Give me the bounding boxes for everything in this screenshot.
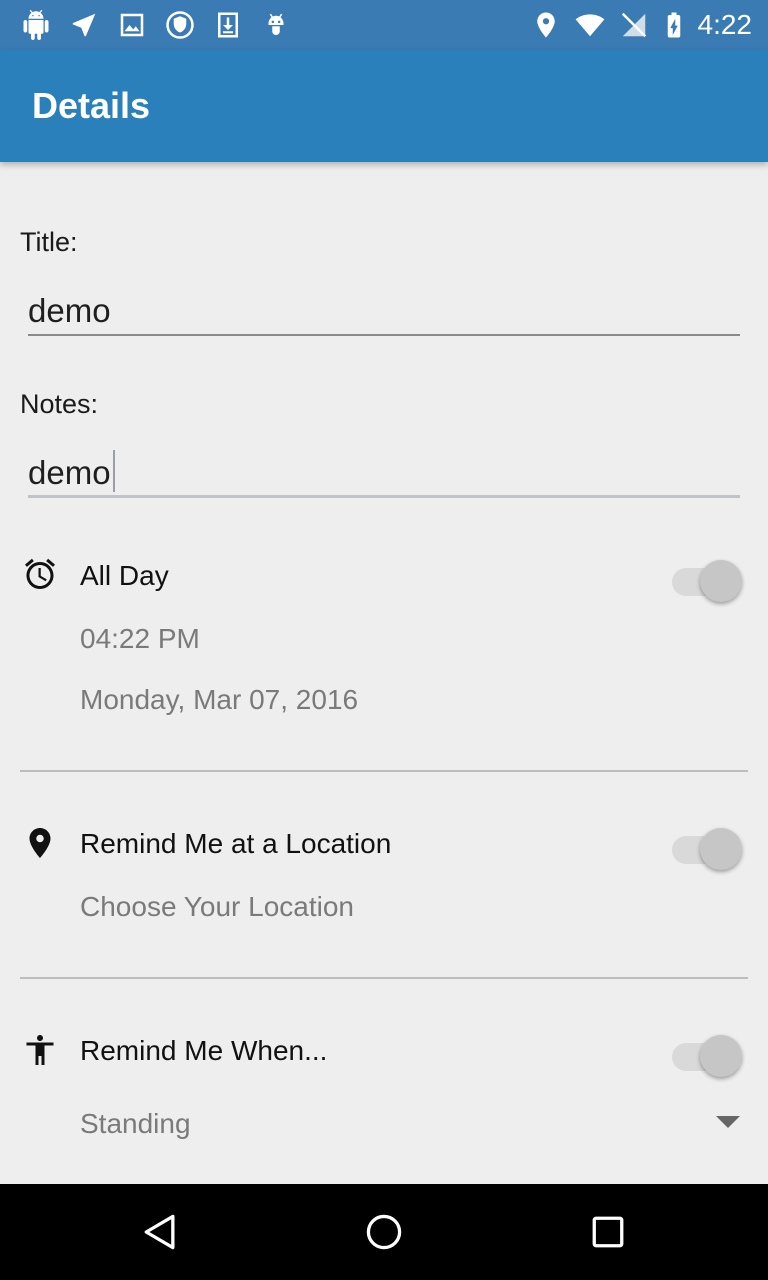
date-picker[interactable]: Monday, Mar 07, 2016 xyxy=(80,683,358,717)
location-icon xyxy=(530,9,562,41)
choose-location-button[interactable]: Choose Your Location xyxy=(80,890,354,924)
status-clock: 4:22 xyxy=(697,9,753,40)
page-title: Details xyxy=(32,85,151,126)
notes-field[interactable]: demo xyxy=(28,450,740,498)
status-bar: 4:22 xyxy=(0,0,768,50)
switch-thumb xyxy=(700,828,742,870)
notes-value-wrap: demo xyxy=(28,450,115,492)
activity-select[interactable]: Standing xyxy=(80,1107,191,1141)
home-icon[interactable] xyxy=(360,1208,408,1256)
notes-value: demo xyxy=(28,454,111,491)
switch-thumb xyxy=(700,1035,742,1077)
navigation-icon xyxy=(68,9,100,41)
location-switch[interactable] xyxy=(672,828,742,872)
divider xyxy=(20,770,748,772)
battery-charging-icon xyxy=(658,9,690,41)
dropdown-arrow-icon[interactable] xyxy=(716,1116,740,1128)
text-cursor xyxy=(112,450,115,492)
navigation-bar xyxy=(0,1184,768,1280)
activity-switch[interactable] xyxy=(672,1035,742,1079)
all-day-switch[interactable] xyxy=(672,560,742,604)
notes-label: Notes: xyxy=(20,389,99,419)
recents-icon[interactable] xyxy=(584,1208,632,1256)
title-label: Title: xyxy=(20,227,78,257)
divider xyxy=(20,977,748,979)
app-bar: Details xyxy=(0,50,768,162)
no-signal-icon xyxy=(618,9,650,41)
all-day-label: All Day xyxy=(80,560,169,591)
download-icon xyxy=(212,9,244,41)
accessibility-icon xyxy=(22,1032,58,1068)
switch-thumb xyxy=(700,560,742,602)
location-label: Remind Me at a Location xyxy=(80,828,392,859)
wifi-icon xyxy=(574,9,606,41)
activity-label: Remind Me When... xyxy=(80,1035,328,1066)
image-icon xyxy=(116,9,148,41)
title-field[interactable]: demo xyxy=(28,290,740,336)
shield-icon xyxy=(164,9,196,41)
android-bug-icon xyxy=(260,9,292,41)
back-icon[interactable] xyxy=(136,1208,184,1256)
time-picker[interactable]: 04:22 PM xyxy=(80,622,200,656)
title-value: demo xyxy=(28,292,111,329)
alarm-icon xyxy=(22,556,58,592)
place-icon xyxy=(22,825,58,861)
android-icon xyxy=(20,9,52,41)
